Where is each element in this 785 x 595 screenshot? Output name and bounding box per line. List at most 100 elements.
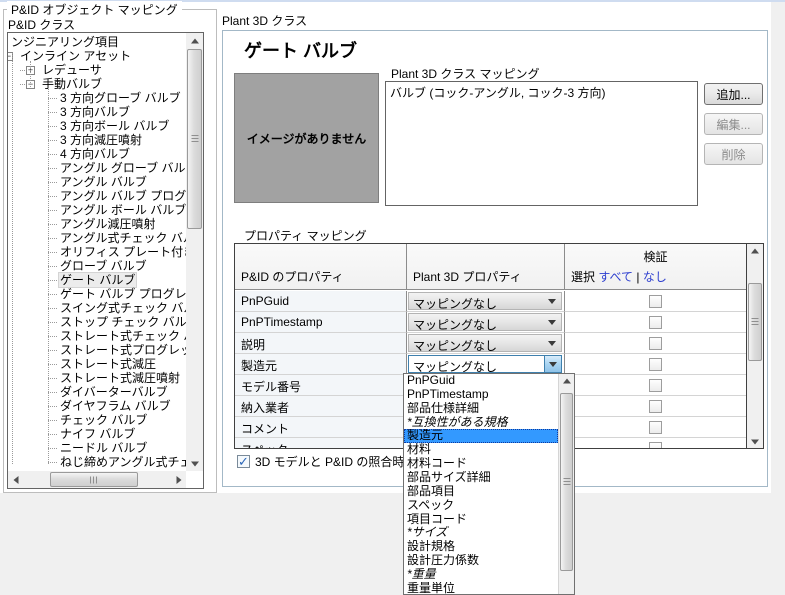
tree-hscroll-thumb[interactable] — [50, 472, 138, 487]
scroll-right-icon[interactable] — [171, 471, 186, 488]
tree-item[interactable]: ゲート バルブ プログレッシブ調 — [8, 287, 186, 301]
tree-item[interactable]: ストップ チェック バルブ — [8, 315, 186, 329]
dropdown-item[interactable]: 材料コード — [404, 457, 558, 471]
dropdown-item[interactable]: スペック — [404, 499, 558, 513]
scroll-up-icon[interactable] — [747, 244, 763, 257]
tree-item[interactable]: ねじ締めアングル式チェック バ — [8, 455, 186, 469]
dropdown-item[interactable]: *互換性がある規格 — [404, 416, 558, 430]
popup-vertical-scrollbar[interactable] — [558, 374, 574, 594]
dropdown-item[interactable]: *サイズ — [404, 526, 558, 540]
tree-item[interactable]: アングル減圧噴射 — [8, 217, 186, 231]
dropdown-item[interactable]: PnPTimestamp — [404, 388, 558, 402]
action-button[interactable]: 追加... — [704, 83, 763, 105]
verify-checkbox[interactable] — [649, 400, 662, 413]
popup-vscroll-thumb[interactable] — [560, 393, 573, 571]
tree-item[interactable]: ンジニアリング項目 — [8, 35, 186, 49]
page-title: ゲート バルブ — [244, 41, 358, 61]
tree-vertical-scrollbar[interactable] — [186, 33, 203, 471]
dropdown-item[interactable]: *重量 — [404, 568, 558, 582]
verify-cell — [564, 354, 746, 375]
tree-item[interactable]: ナイフ バルブ — [8, 427, 186, 441]
plant3d-property-dropdown[interactable]: マッピングなし — [408, 292, 562, 311]
tree-item[interactable]: ニードル バルブ — [8, 441, 186, 455]
tree-item[interactable]: スイング式チェック バルブ — [8, 301, 186, 315]
class-mapping-item[interactable]: バルブ (コック-アングル, コック-3 方向) — [390, 84, 693, 101]
tree-item[interactable]: 3 方向グローブ バルブ — [8, 91, 186, 105]
pid-class-tree[interactable]: ンジニアリング項目 インライン アセット レデューサ 手動バルブ 3 方向グロー… — [7, 32, 204, 489]
plant3d-property-cell: マッピングなし — [406, 333, 564, 354]
tree-item[interactable]: 3 方向バルブ — [8, 105, 186, 119]
tree-vscroll-thumb[interactable] — [187, 49, 202, 229]
tree-item[interactable]: 4 方向バルブ — [8, 147, 186, 161]
tree-item[interactable]: 3 方向減圧噴射 — [8, 133, 186, 147]
verify-checkbox[interactable] — [649, 358, 662, 371]
action-button[interactable]: 削除 — [704, 143, 763, 165]
property-mapping-label: プロパティ マッピング — [244, 229, 367, 243]
tree-item[interactable]: 3 方向ボール バルブ — [8, 119, 186, 133]
chevron-down-icon[interactable] — [544, 293, 560, 309]
verify-cell — [564, 291, 746, 312]
plant3d-property-dropdown[interactable]: マッピングなし — [408, 334, 562, 353]
tree-item[interactable]: 手動バルブ — [8, 77, 186, 91]
select-all-link[interactable]: すべて — [598, 270, 633, 284]
tree-item[interactable]: アングル ボール バルブ — [8, 203, 186, 217]
dropdown-item[interactable]: 部品サイズ詳細 — [404, 471, 558, 485]
dropdown-item[interactable]: 材料 — [404, 443, 558, 457]
dropdown-item[interactable]: 設計圧力係数 — [404, 554, 558, 568]
tree-item[interactable]: オリフィス プレート付きフロー — [8, 245, 186, 259]
tree-item[interactable]: アングル バルブ プログレッシブ — [8, 189, 186, 203]
class-mapping-listbox[interactable]: バルブ (コック-アングル, コック-3 方向) — [385, 81, 698, 206]
tree-item[interactable]: ストレート式チェック バルブ — [8, 329, 186, 343]
verify-checkbox[interactable] — [649, 442, 662, 448]
scroll-down-icon[interactable] — [747, 435, 763, 448]
tree-item-label: アングル減圧噴射 — [60, 217, 156, 231]
tree-item[interactable]: チェック バルブ — [8, 413, 186, 427]
checked-checkbox[interactable] — [237, 454, 250, 470]
tree-item[interactable]: ダイヤフラム バルブ — [8, 399, 186, 413]
tree-horizontal-scrollbar[interactable] — [8, 471, 186, 488]
verify-on-match-option[interactable]: 3D モデルと P&ID の照合時にこ — [237, 453, 428, 470]
tree-item[interactable]: インライン アセット — [8, 49, 186, 63]
verify-checkbox[interactable] — [649, 379, 662, 392]
plant3d-property-dropdown[interactable]: マッピングなし — [408, 313, 562, 332]
scroll-down-icon[interactable] — [186, 456, 203, 471]
select-none-link[interactable]: なし — [643, 270, 667, 284]
verify-checkbox[interactable] — [649, 295, 662, 308]
plant3d-property-dropdown-popup[interactable]: PnPGuid PnPTimestamp 部品仕様詳細 *互換性がある規格 製造… — [403, 373, 575, 595]
tree-item[interactable]: アングル式チェック バルブ — [8, 231, 186, 245]
tree-item[interactable]: ストレート式減圧噴射 — [8, 371, 186, 385]
plant3d-class-label: Plant 3D クラス — [222, 14, 308, 28]
scroll-up-icon[interactable] — [559, 374, 574, 387]
dropdown-item[interactable]: 製造元 — [404, 429, 558, 444]
tree-item[interactable]: ストレート式プログレッシブ調整 — [8, 343, 186, 357]
tree-item[interactable]: アングル グローブ バルブ — [8, 161, 186, 175]
scroll-up-icon[interactable] — [186, 33, 203, 48]
tree-item[interactable]: アングル バルブ — [8, 175, 186, 189]
dropdown-item[interactable]: 重量単位 — [404, 582, 558, 594]
tree-item-label: ンジニアリング項目 — [11, 35, 120, 49]
chevron-down-icon[interactable] — [544, 356, 561, 372]
dropdown-item[interactable]: PnPGuid — [404, 374, 558, 388]
tree-item[interactable]: ダイバーターバルブ — [8, 385, 186, 399]
dropdown-item[interactable]: 設計規格 — [404, 540, 558, 554]
verify-checkbox[interactable] — [649, 337, 662, 350]
chevron-down-icon[interactable] — [544, 314, 560, 330]
tree-item[interactable]: レデューサ — [8, 63, 186, 77]
dropdown-item[interactable]: 部品項目 — [404, 485, 558, 499]
verify-checkbox[interactable] — [649, 316, 662, 329]
table-vertical-scrollbar[interactable] — [746, 244, 763, 448]
dropdown-item[interactable]: 部品仕様詳細 — [404, 402, 558, 416]
tree-item[interactable]: グローブ バルブ — [8, 259, 186, 273]
table-vscroll-thumb[interactable] — [748, 283, 762, 361]
tree-item[interactable]: ゲート バルブ — [8, 272, 186, 288]
pid-property-cell: PnPTimestamp — [235, 312, 406, 333]
action-button[interactable]: 編集... — [704, 113, 763, 135]
tree-item[interactable]: ストレート式減圧 — [8, 357, 186, 371]
plant3d-property-dropdown[interactable]: マッピングなし — [408, 355, 562, 374]
verify-checkbox[interactable] — [649, 421, 662, 434]
pid-property-cell: PnPGuid — [235, 291, 406, 312]
tree-item-label: インライン アセット — [20, 49, 132, 63]
scroll-left-icon[interactable] — [8, 471, 23, 488]
dropdown-item[interactable]: 項目コード — [404, 513, 558, 527]
chevron-down-icon[interactable] — [544, 335, 560, 351]
